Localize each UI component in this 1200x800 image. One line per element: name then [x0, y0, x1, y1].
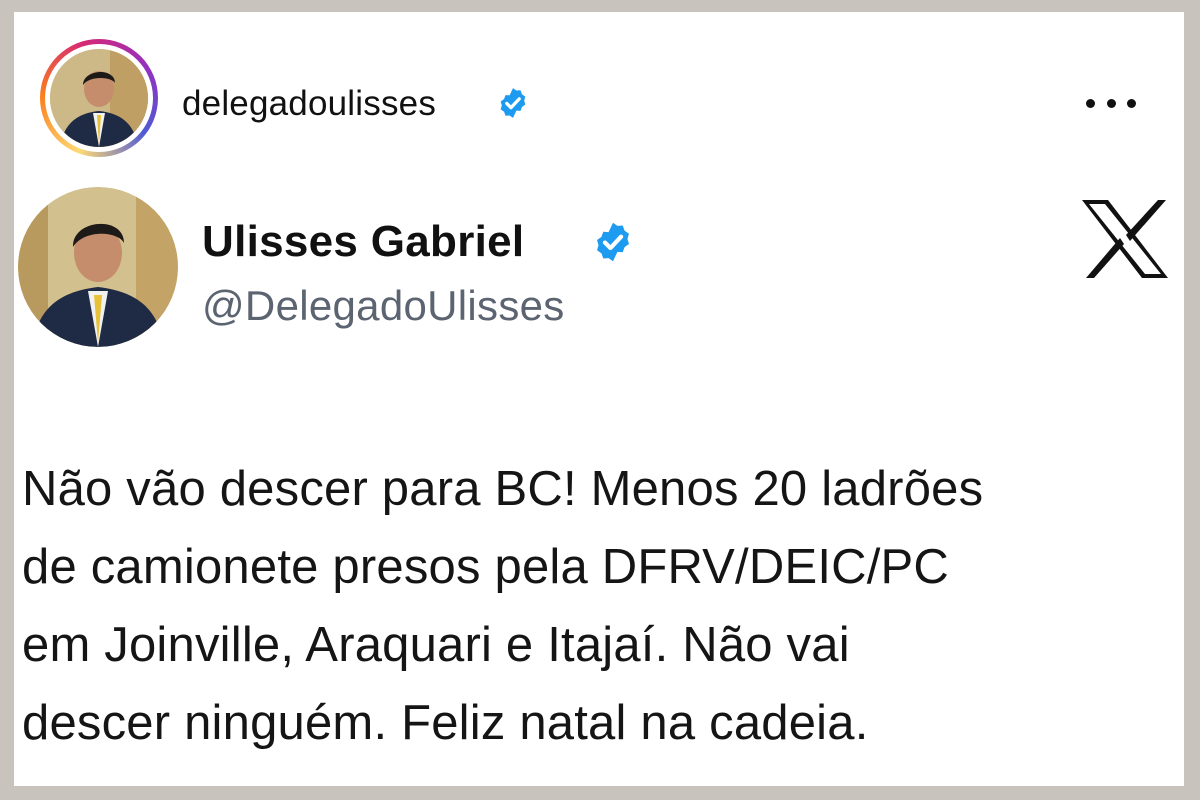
tweet-text-line: Não vão descer para BC! Menos 20 ladrões: [22, 462, 984, 516]
tweet-text-line: em Joinville, Araquari e Itajaí. Não vai: [22, 618, 850, 672]
profile-photo: [50, 49, 148, 147]
tweet-text-line: de camionete presos pela DFRV/DEIC/PC: [22, 540, 950, 594]
profile-photo: [18, 187, 178, 347]
verified-badge-icon: [591, 220, 635, 264]
tweet-text: Não vão descer para BC! Menos 20 ladrões…: [22, 450, 1162, 762]
tweet-display-name[interactable]: Ulisses Gabriel: [202, 217, 524, 267]
tweet-author-avatar[interactable]: [18, 187, 178, 347]
person-avatar-icon: [18, 187, 178, 347]
x-logo-icon: [1080, 198, 1170, 280]
verified-badge-icon: [496, 86, 530, 120]
person-avatar-icon: [50, 49, 148, 147]
tweet-handle[interactable]: @DelegadoUlisses: [202, 282, 565, 330]
instagram-username[interactable]: delegadoulisses: [182, 84, 436, 124]
post-card: delegadoulisses Ulisses Gabriel @Delegad…: [14, 12, 1184, 786]
more-options-icon[interactable]: [1086, 96, 1136, 110]
instagram-story-avatar[interactable]: [40, 39, 158, 157]
tweet-text-line: descer ninguém. Feliz natal na cadeia.: [22, 696, 869, 750]
